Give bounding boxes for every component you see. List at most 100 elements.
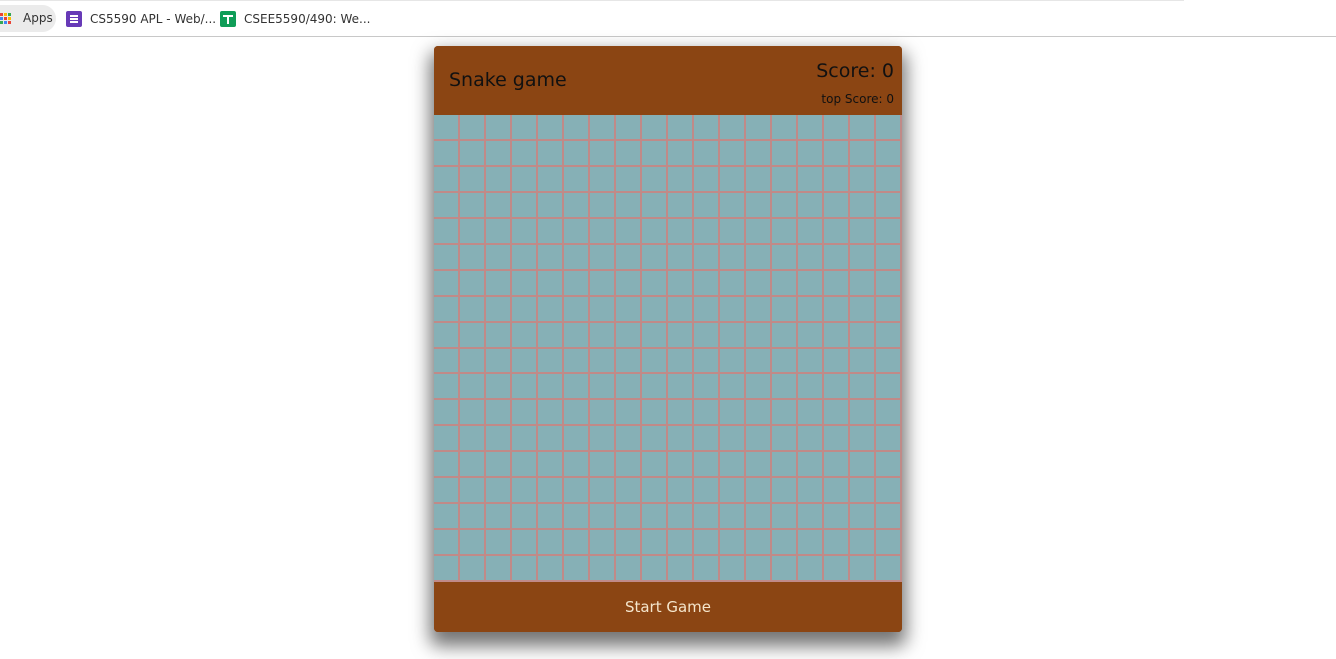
board-cell [590, 166, 616, 193]
board-cell [616, 115, 642, 141]
board-cell [434, 244, 460, 271]
board-cell [694, 218, 720, 245]
board-cell [850, 452, 876, 479]
board-cell [486, 166, 512, 193]
start-game-button[interactable]: Start Game [434, 582, 902, 632]
board-cell [616, 478, 642, 505]
board-cell [876, 426, 902, 453]
board-cell [824, 192, 850, 219]
board-cell [746, 270, 772, 297]
board-cell [720, 166, 746, 193]
board-cell [694, 556, 720, 582]
board-cell [746, 452, 772, 479]
board-cell [616, 530, 642, 557]
board-cell [460, 530, 486, 557]
board-cell [564, 478, 590, 505]
board-cell [486, 452, 512, 479]
board-cell [694, 530, 720, 557]
board-cell [642, 426, 668, 453]
board-cell [746, 400, 772, 427]
board-cell [434, 530, 460, 557]
board-cell [850, 296, 876, 323]
board-cell [694, 166, 720, 193]
board-cell [694, 115, 720, 141]
board-cell [434, 192, 460, 219]
board-cell [616, 140, 642, 167]
board-cell [434, 322, 460, 349]
board-cell [720, 348, 746, 375]
board-cell [850, 166, 876, 193]
board-cell [564, 400, 590, 427]
board-cell [564, 218, 590, 245]
bookmark-apps[interactable]: Apps [0, 5, 56, 32]
board-cell [772, 140, 798, 167]
board-cell [538, 166, 564, 193]
board-cell [486, 374, 512, 401]
board-cell [746, 115, 772, 141]
bookmark-csee5590[interactable]: CSEE5590/490: We... [220, 5, 371, 32]
board-cell [538, 244, 564, 271]
board-cell [720, 478, 746, 505]
board-cell [772, 478, 798, 505]
board-cell [538, 530, 564, 557]
board-cell [746, 478, 772, 505]
board-cell [876, 348, 902, 375]
board-cell [512, 218, 538, 245]
board-cell [772, 374, 798, 401]
board-cell [798, 478, 824, 505]
board-cell [876, 556, 902, 582]
bookmarks-bar: Apps CS5590 APL - Web/... CSEE5590/490: … [0, 0, 1336, 37]
board-cell [590, 400, 616, 427]
board-cell [616, 504, 642, 531]
bookmark-label: Apps [23, 11, 53, 25]
board-cell [564, 322, 590, 349]
board-cell [720, 374, 746, 401]
board-cell [850, 140, 876, 167]
board-cell [564, 166, 590, 193]
board-cell [460, 322, 486, 349]
board-cell [746, 348, 772, 375]
board-cell [434, 218, 460, 245]
board-cell [616, 400, 642, 427]
board-cell [590, 348, 616, 375]
board-cell [720, 426, 746, 453]
board-cell [798, 296, 824, 323]
board-cell [642, 192, 668, 219]
board-cell [590, 192, 616, 219]
board-cell [590, 452, 616, 479]
board-cell [564, 192, 590, 219]
board-cell [616, 426, 642, 453]
board-cell [512, 426, 538, 453]
board-cell [642, 530, 668, 557]
board-cell [824, 322, 850, 349]
board-cell [564, 504, 590, 531]
board-cell [642, 348, 668, 375]
board-cell [564, 348, 590, 375]
board-cell [746, 296, 772, 323]
board-cell [434, 115, 460, 141]
board-cell [538, 400, 564, 427]
snake-game-panel: Snake game Score: 0 top Score: 0 Start G… [434, 46, 902, 632]
board-cell [538, 218, 564, 245]
board-cell [642, 296, 668, 323]
board-cell [720, 296, 746, 323]
bookmark-cs5590[interactable]: CS5590 APL - Web/... [66, 5, 216, 32]
board-cell [616, 296, 642, 323]
board-cell [876, 452, 902, 479]
game-board[interactable] [434, 115, 902, 582]
board-cell [876, 478, 902, 505]
board-cell [616, 166, 642, 193]
board-cell [590, 140, 616, 167]
board-cell [642, 140, 668, 167]
board-cell [590, 374, 616, 401]
board-cell [460, 296, 486, 323]
board-cell [798, 504, 824, 531]
board-cell [824, 374, 850, 401]
board-cell [590, 322, 616, 349]
board-cell [512, 530, 538, 557]
score-display: Score: 0 [816, 60, 894, 82]
board-cell [850, 348, 876, 375]
board-cell [434, 140, 460, 167]
board-cell [460, 504, 486, 531]
board-cell [798, 426, 824, 453]
